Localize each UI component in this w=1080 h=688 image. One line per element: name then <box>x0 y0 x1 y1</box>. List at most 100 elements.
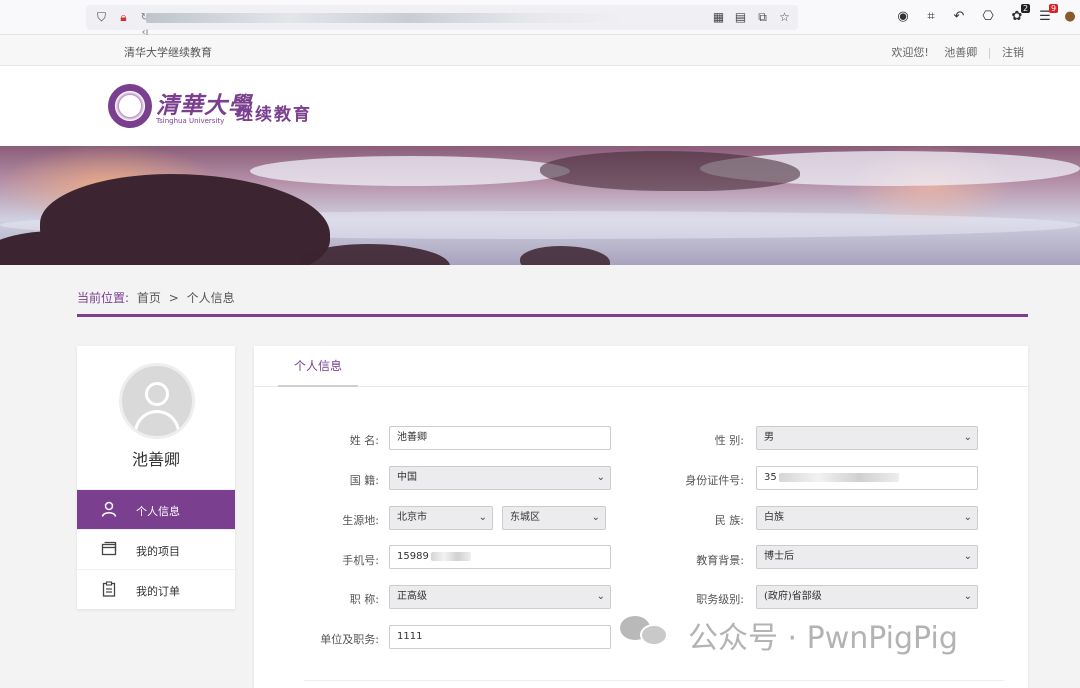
browser-toolbar: ⛉ 🔒︎ ↻ ‹ı ▦ ▤ ⧉ ☆ ◉ ⌗ ↶ ⎔ ✿ 2 ☰ 9 ● <box>0 0 1080 38</box>
chevron-down-icon: ⌄ <box>963 512 972 523</box>
welcome-text: 欢迎您! <box>891 46 929 59</box>
province-select[interactable]: 北京市 ⌄ <box>389 506 493 530</box>
user-icon <box>101 501 117 517</box>
district-select[interactable]: 东城区 ⌄ <box>502 506 606 530</box>
chevron-down-icon: ⌄ <box>591 512 600 523</box>
site-header: 清華大學 Tsinghua University 继续教育 <box>0 66 1080 146</box>
sidebar-item-label: 我的订单 <box>136 585 180 598</box>
ext-badge2-icon[interactable]: ☰ 9 <box>1037 4 1058 25</box>
breadcrumb-home[interactable]: 首页 <box>137 291 161 305</box>
rock-decoration <box>40 174 330 265</box>
chevron-down-icon: ⌄ <box>596 472 605 483</box>
sidebar: 池善卿 个人信息 我的项目 我的订单 <box>77 346 235 609</box>
bubble-shape <box>640 624 668 646</box>
nationality-value: 中国 <box>397 472 417 483</box>
chevron-down-icon: ⌄ <box>963 432 972 443</box>
sidebar-user-name: 池善卿 <box>131 450 180 469</box>
unit-label: 单位及职务: <box>320 633 379 646</box>
nationality-select[interactable]: 中国 ⌄ <box>389 466 611 490</box>
education-value: 博士后 <box>764 551 794 562</box>
avatar-body-icon <box>134 410 180 436</box>
unit-field[interactable]: 1111 <box>389 625 611 649</box>
level-value: (政府)省部级 <box>764 591 822 602</box>
education-select[interactable]: 博士后 ⌄ <box>756 545 978 569</box>
id-number-value: 35 <box>764 472 777 483</box>
breadcrumb-label: 当前位置: <box>77 291 130 305</box>
logout-link[interactable]: 注销 <box>1002 44 1024 60</box>
qr-icon[interactable]: ▦ <box>711 10 726 25</box>
sidebar-item-label: 我的项目 <box>136 545 180 558</box>
level-select[interactable]: (政府)省部级 ⌄ <box>756 585 978 609</box>
wave-decoration <box>250 156 570 186</box>
hero-banner <box>0 146 1080 265</box>
chevron-down-icon: ⌄ <box>963 551 972 562</box>
id-number-field[interactable]: 35 <box>756 466 978 490</box>
education-label: 教育背景: <box>696 554 744 567</box>
tab-bar: 个人信息 <box>254 346 1028 387</box>
ethnicity-value: 白族 <box>764 512 784 523</box>
shield-icon[interactable]: ⛉ <box>94 10 109 25</box>
phone-label: 手机号: <box>342 554 379 567</box>
logo-subtitle: 继续教育 <box>236 105 312 125</box>
projects-icon <box>101 541 117 557</box>
id-number-label: 身份证件号: <box>685 474 744 487</box>
district-value: 东城区 <box>510 512 540 523</box>
orders-icon <box>101 581 117 597</box>
divider: | <box>987 46 992 59</box>
badge-count: 9 <box>1049 4 1058 13</box>
tab-personal-info[interactable]: 个人信息 <box>278 346 358 387</box>
star-icon[interactable]: ☆ <box>777 10 792 25</box>
account-icon[interactable]: ◉ <box>895 9 911 25</box>
breadcrumb-separator: > <box>168 291 179 305</box>
redacted-block <box>430 551 471 561</box>
watermark-text: 公众号 · PwnPigPig <box>688 621 958 656</box>
title-select[interactable]: 正高级 ⌄ <box>389 585 611 609</box>
gender-value: 男 <box>764 432 774 443</box>
cookie-icon[interactable]: ● <box>1062 9 1078 25</box>
breadcrumb: 当前位置: 首页 > 个人信息 <box>77 289 235 306</box>
wechat-icon <box>618 612 670 648</box>
title-label: 职 称: <box>349 593 379 606</box>
breadcrumb-underline <box>77 314 1028 317</box>
user-link[interactable]: 池善卿 <box>944 44 977 60</box>
rock-decoration <box>540 151 800 191</box>
reader-icon[interactable]: ▤ <box>733 10 748 25</box>
sidebar-item-my-projects[interactable]: 我的项目 <box>77 529 235 569</box>
ethnicity-label: 民 族: <box>714 514 744 527</box>
ethnicity-select[interactable]: 白族 ⌄ <box>756 506 978 530</box>
university-seal-logo[interactable] <box>108 84 152 128</box>
title-value: 正高级 <box>397 591 427 602</box>
gender-select[interactable]: 男 ⌄ <box>756 426 978 450</box>
divider <box>304 680 1004 681</box>
user-links: 欢迎您! 池善卿 | 注销 <box>891 44 1024 60</box>
avatar[interactable] <box>119 363 195 439</box>
undo-icon[interactable]: ↶ <box>951 9 967 25</box>
redacted-block <box>778 472 899 482</box>
site-topbar: 清华大学继续教育 欢迎您! 池善卿 | 注销 <box>0 35 1080 66</box>
crop-icon[interactable]: ⌗ <box>923 9 939 25</box>
province-value: 北京市 <box>397 512 427 523</box>
site-name[interactable]: 清华大学继续教育 <box>124 44 212 60</box>
ext-badge-icon[interactable]: ✿ 2 <box>1009 4 1030 25</box>
extensions-icon[interactable]: ⎔ <box>980 9 996 25</box>
chevron-down-icon: ⌄ <box>596 591 605 602</box>
rock-decoration <box>520 246 610 265</box>
name-label: 姓 名: <box>349 434 379 447</box>
logo-english: Tsinghua University <box>156 117 225 125</box>
phone-field[interactable]: 15989 <box>389 545 611 569</box>
sidebar-item-personal-info[interactable]: 个人信息 <box>77 489 235 529</box>
avatar-head-icon <box>145 382 169 406</box>
name-field[interactable]: 池善卿 <box>389 426 611 450</box>
chevron-down-icon: ⌄ <box>963 591 972 602</box>
translate-icon[interactable]: ⧉ <box>755 10 770 25</box>
chevron-down-icon: ⌄ <box>478 512 487 523</box>
badge-count: 2 <box>1021 4 1030 13</box>
address-bar[interactable]: ⛉ 🔒︎ ↻ ‹ı ▦ ▤ ⧉ ☆ <box>86 5 798 38</box>
url-redacted <box>146 13 626 23</box>
breadcrumb-current: 个人信息 <box>186 291 235 305</box>
sidebar-item-label: 个人信息 <box>136 505 180 518</box>
gender-label: 性 别: <box>714 434 744 447</box>
sidebar-item-my-orders[interactable]: 我的订单 <box>77 569 235 609</box>
origin-label: 生源地: <box>342 514 379 527</box>
security-warning-icon[interactable]: 🔒︎ <box>116 10 131 25</box>
